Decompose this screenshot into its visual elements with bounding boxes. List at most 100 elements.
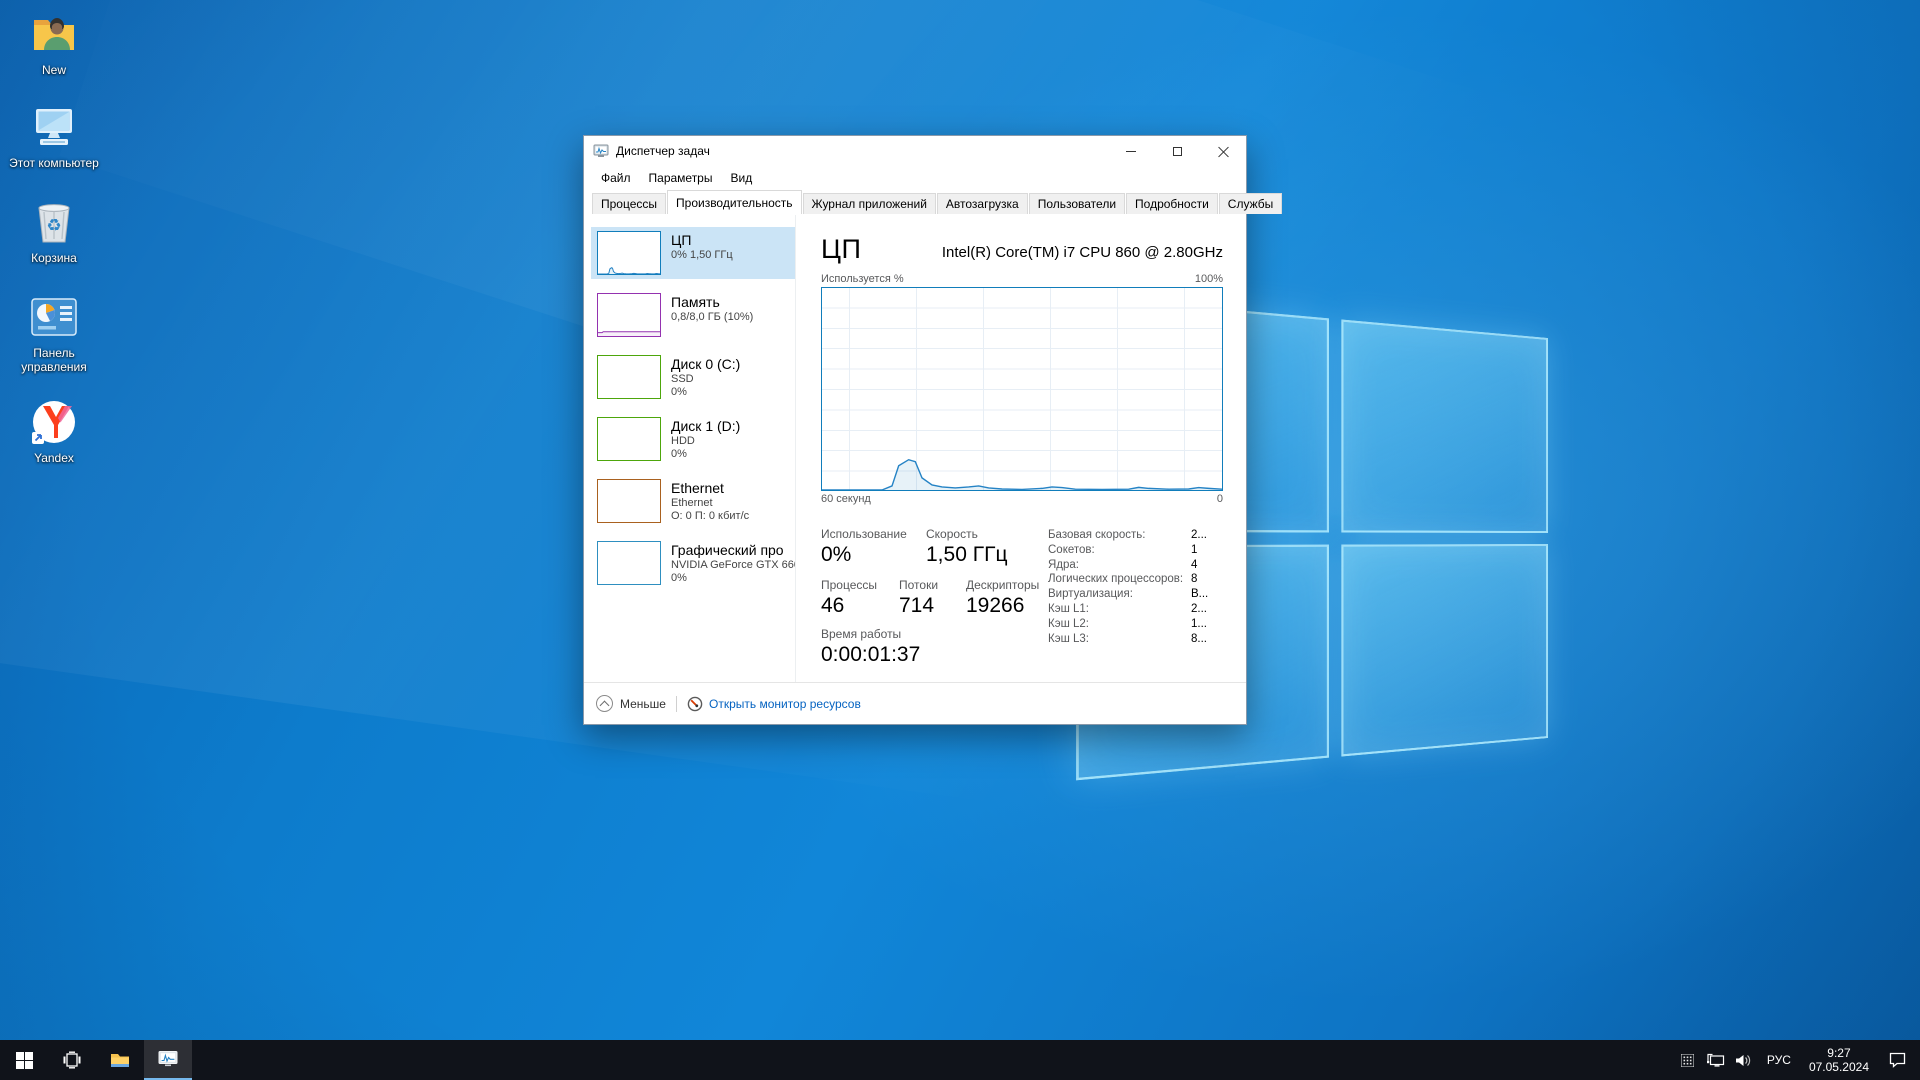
base-speed-value: 2...: [1191, 528, 1223, 543]
threads-label: Потоки: [899, 578, 966, 593]
task-view-icon: [63, 1051, 81, 1069]
windows-start-icon: [16, 1052, 33, 1069]
task-manager-window: Диспетчер задач Файл Параметры Вид Проце…: [583, 135, 1247, 725]
minimize-button[interactable]: [1108, 136, 1154, 166]
threads-value: 714: [899, 593, 966, 619]
sidebar-item-disk1[interactable]: Диск 1 (D:) HDD 0%: [591, 413, 795, 465]
cpu-panel: ЦП Intel(R) Core(TM) i7 CPU 860 @ 2.80GH…: [796, 214, 1246, 682]
clock-date: 07.05.2024: [1809, 1060, 1869, 1074]
chart-timespan-label: 60 секунд: [821, 493, 871, 505]
menu-view[interactable]: Вид: [721, 168, 761, 188]
desktop-icon-yandex[interactable]: Yandex: [8, 396, 100, 465]
language-indicator[interactable]: РУС: [1758, 1053, 1800, 1067]
desktop-wallpaper: New Этот компьютер: [0, 0, 1920, 1080]
file-explorer-button[interactable]: [96, 1040, 144, 1080]
chevron-up-circle-icon: [596, 695, 613, 712]
usage-value: 0%: [821, 542, 926, 568]
close-button[interactable]: [1200, 136, 1246, 166]
desktop-icon-label: New: [42, 63, 66, 77]
computer-icon: [28, 101, 80, 153]
sockets-label: Сокетов:: [1048, 543, 1191, 558]
desktop-icon-recycle-bin[interactable]: ♻ Корзина: [8, 196, 100, 265]
sockets-value: 1: [1191, 543, 1223, 558]
sidebar-item-title: Диск 0 (C:): [671, 355, 740, 373]
menu-file[interactable]: Файл: [592, 168, 640, 188]
tab-services[interactable]: Службы: [1219, 193, 1282, 214]
tab-details[interactable]: Подробности: [1126, 193, 1218, 214]
sidebar-item-sub: HDD: [671, 435, 740, 448]
maximize-button[interactable]: [1154, 136, 1200, 166]
task-manager-app-icon: [593, 143, 609, 159]
system-tray: РУС 9:27 07.05.2024: [1674, 1040, 1920, 1080]
ethernet-network-icon: [1707, 1053, 1725, 1068]
taskbar: РУС 9:27 07.05.2024: [0, 1040, 1920, 1080]
tab-startup[interactable]: Автозагрузка: [937, 193, 1028, 214]
l1-cache-value: 2...: [1191, 602, 1223, 617]
tab-app-history[interactable]: Журнал приложений: [803, 193, 936, 214]
sidebar-item-title: Память: [671, 293, 753, 311]
svg-text:♻: ♻: [46, 216, 61, 235]
sidebar-item-cpu[interactable]: ЦП 0% 1,50 ГГц: [591, 227, 795, 279]
sidebar-item-disk0[interactable]: Диск 0 (C:) SSD 0%: [591, 351, 795, 403]
base-speed-label: Базовая скорость:: [1048, 528, 1191, 543]
desktop-icon-control-panel[interactable]: Панель управления: [8, 291, 100, 374]
sidebar-item-title: Диск 1 (D:): [671, 417, 740, 435]
action-center-icon: [1889, 1052, 1906, 1068]
chart-zero-label: 0: [1217, 493, 1223, 505]
handles-value: 19266: [966, 593, 1024, 619]
usage-label: Использование: [821, 527, 926, 542]
sidebar-item-title: ЦП: [671, 231, 733, 249]
desktop-icon-label: Корзина: [31, 251, 77, 265]
sidebar-item-sub: 0% 1,50 ГГц: [671, 249, 733, 262]
minimize-icon: [1126, 151, 1136, 152]
l3-cache-value: 8...: [1191, 632, 1223, 647]
ethernet-mini-chart: [597, 479, 661, 523]
chart-max-label: 100%: [1195, 273, 1223, 285]
sidebar-item-sub: 0%: [671, 572, 795, 585]
fewer-details-label: Меньше: [620, 697, 666, 711]
close-icon: [1218, 146, 1229, 157]
sidebar-item-sub: 0,8/8,0 ГБ (10%): [671, 311, 753, 324]
taskbar-clock[interactable]: 9:27 07.05.2024: [1800, 1046, 1878, 1074]
open-resource-monitor[interactable]: Открыть монитор ресурсов: [687, 696, 861, 712]
sidebar-item-sub: NVIDIA GeForce GTX 660: [671, 559, 795, 572]
cpu-usage-chart: [821, 287, 1223, 491]
uptime-value: 0:00:01:37: [821, 642, 1048, 668]
fewer-details-button[interactable]: Меньше: [596, 695, 666, 712]
l1-cache-label: Кэш L1:: [1048, 602, 1191, 617]
menu-options[interactable]: Параметры: [640, 168, 722, 188]
window-titlebar[interactable]: Диспетчер задач: [584, 136, 1246, 166]
handles-label: Дескрипторы: [966, 578, 1039, 593]
start-button[interactable]: [0, 1040, 48, 1080]
uptime-label: Время работы: [821, 627, 1048, 642]
control-panel-icon: [28, 291, 80, 343]
gpu-mini-chart: [597, 541, 661, 585]
tab-strip: Процессы Производительность Журнал прило…: [584, 190, 1246, 214]
task-view-button[interactable]: [48, 1040, 96, 1080]
tray-hidden-icons-button[interactable]: [1674, 1040, 1702, 1080]
tray-network-button[interactable]: [1702, 1040, 1730, 1080]
tab-processes[interactable]: Процессы: [592, 193, 666, 214]
tab-performance[interactable]: Производительность: [667, 190, 801, 214]
cpu-stats-left: Использование Скорость 0% 1,50 ГГц Проце…: [821, 527, 1048, 668]
tray-volume-button[interactable]: [1730, 1040, 1758, 1080]
tab-users[interactable]: Пользователи: [1029, 193, 1125, 214]
window-footer: Меньше Открыть монитор ресурсов: [584, 682, 1246, 724]
task-manager-taskbar-button[interactable]: [144, 1040, 192, 1080]
sidebar-item-memory[interactable]: Память 0,8/8,0 ГБ (10%): [591, 289, 795, 341]
action-center-button[interactable]: [1878, 1040, 1916, 1080]
desktop-icon-label: Этот компьютер: [9, 156, 99, 170]
grid-icon: [1681, 1054, 1694, 1067]
processes-label: Процессы: [821, 578, 899, 593]
sidebar-item-gpu[interactable]: Графический про NVIDIA GeForce GTX 660 0…: [591, 537, 795, 589]
l3-cache-label: Кэш L3:: [1048, 632, 1191, 647]
resource-monitor-link[interactable]: Открыть монитор ресурсов: [709, 697, 861, 711]
sidebar-item-sub: SSD: [671, 373, 740, 386]
desktop-icon-this-pc[interactable]: Этот компьютер: [8, 101, 100, 170]
file-explorer-icon: [110, 1052, 130, 1069]
desktop-icon-new-folder[interactable]: New: [8, 8, 100, 77]
resource-monitor-icon: [687, 696, 703, 712]
l2-cache-label: Кэш L2:: [1048, 617, 1191, 632]
menu-bar: Файл Параметры Вид: [584, 166, 1246, 190]
sidebar-item-ethernet[interactable]: Ethernet Ethernet О: 0 П: 0 кбит/с: [591, 475, 795, 527]
